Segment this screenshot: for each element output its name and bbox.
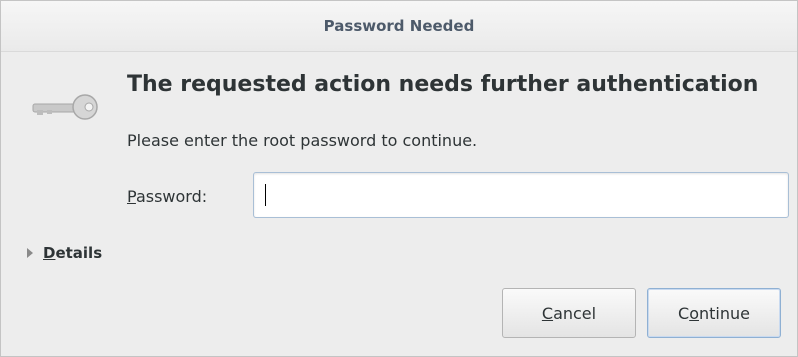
dialog-message: Please enter the root password to contin…: [127, 131, 478, 150]
details-label-text: etails: [55, 244, 103, 262]
cancel-label: ancel: [553, 303, 597, 323]
title-bar[interactable]: Password Needed: [1, 1, 797, 52]
password-input[interactable]: [253, 172, 789, 218]
password-label-mnemonic: P: [127, 187, 136, 206]
password-label-text: assword:: [135, 187, 208, 206]
continue-mnemonic: o: [689, 303, 699, 323]
window-title: Password Needed: [323, 17, 475, 35]
continue-label-start: C: [678, 303, 690, 323]
password-label: Password:: [127, 187, 207, 206]
password-dialog: Password Needed The requested action nee…: [0, 0, 798, 357]
text-caret: [265, 184, 266, 206]
cancel-button[interactable]: Cancel: [502, 288, 636, 338]
key-icon: [32, 94, 98, 120]
cancel-mnemonic: C: [541, 303, 554, 323]
continue-label-rest: ntinue: [698, 303, 750, 323]
details-expander[interactable]: Details: [27, 242, 102, 264]
details-label-mnemonic: D: [43, 244, 56, 262]
continue-button[interactable]: Co ntinue: [647, 288, 781, 338]
details-label: Details: [43, 244, 102, 262]
dialog-heading: The requested action needs further authe…: [127, 72, 759, 97]
expander-arrow-icon: [27, 248, 33, 258]
